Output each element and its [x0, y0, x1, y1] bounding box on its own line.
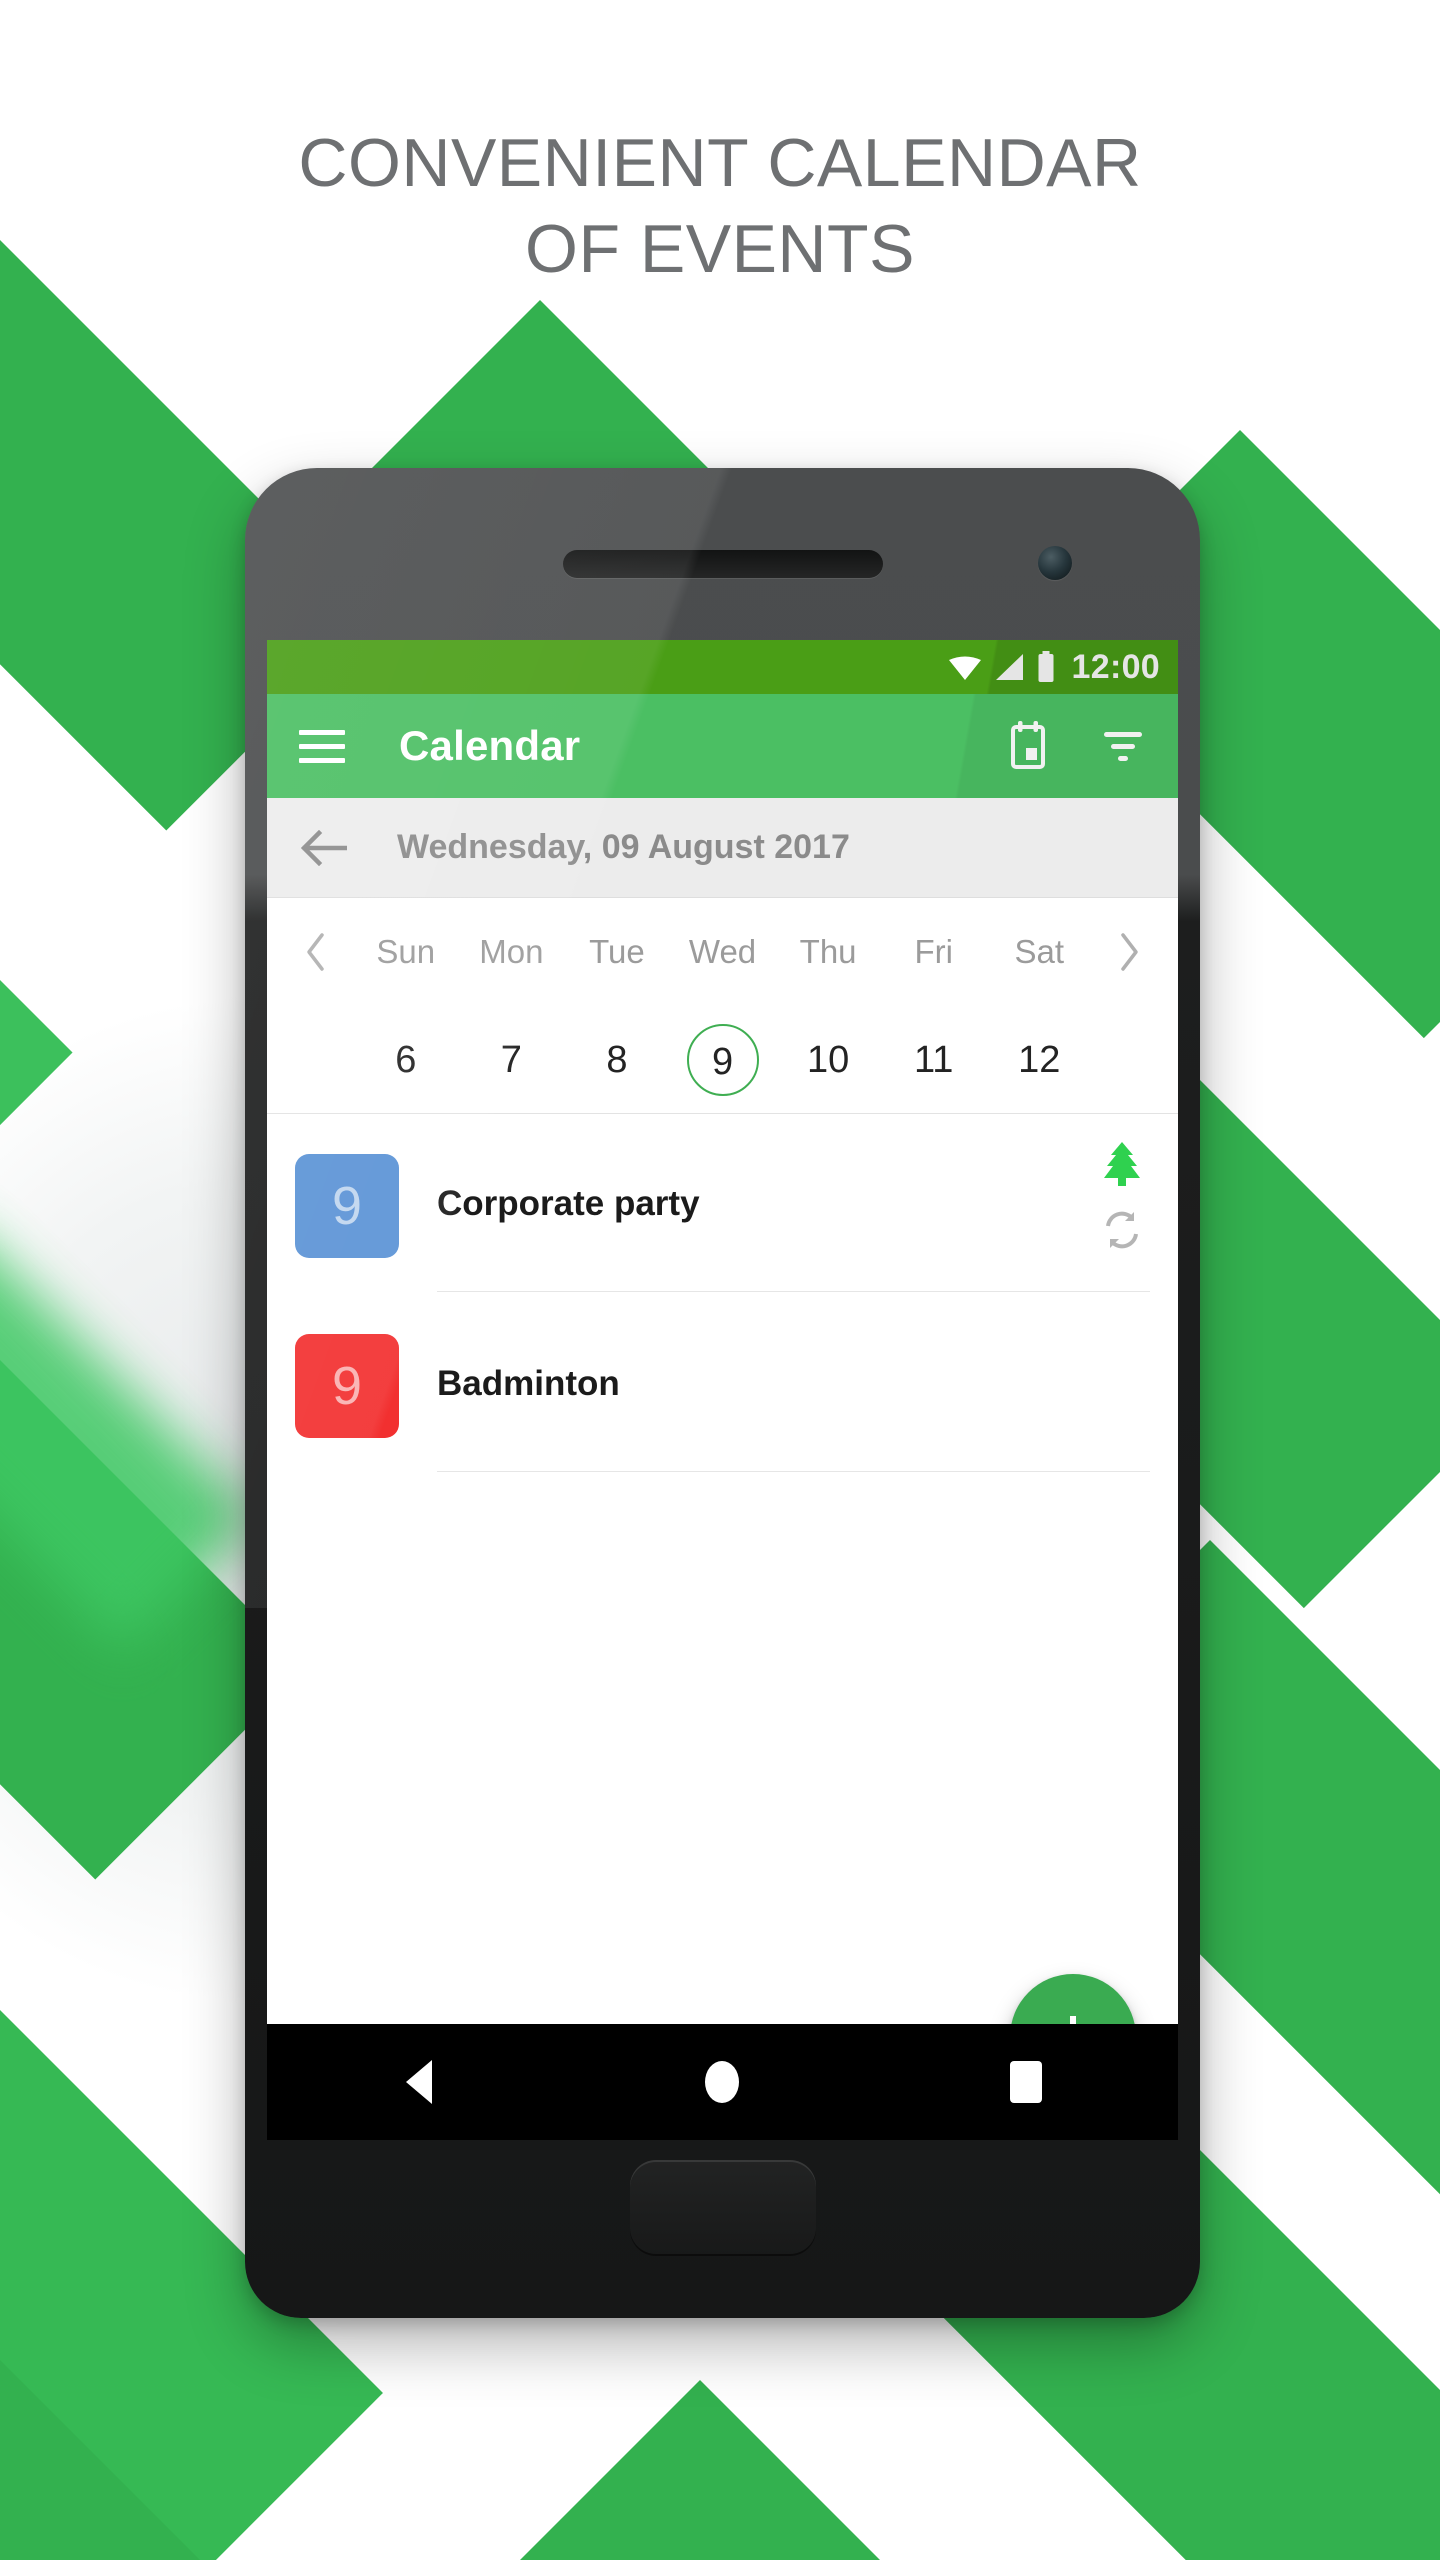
day-number: 6 — [395, 1038, 417, 1081]
nav-recents-icon — [1010, 2061, 1043, 2103]
filter-icon[interactable] — [1100, 726, 1146, 766]
event-date-number: 9 — [331, 1356, 363, 1416]
day-number-selected: 9 — [686, 1023, 759, 1096]
weekday-label: Mon — [479, 933, 544, 970]
wifi-icon — [948, 656, 981, 680]
nav-back-button[interactable] — [344, 2024, 494, 2140]
day-cell[interactable]: 10 — [775, 1024, 881, 1096]
chevron-left-icon — [307, 933, 324, 971]
front-camera-icon — [1038, 546, 1072, 580]
battery-icon — [1038, 651, 1054, 682]
weekday-label: Wed — [688, 933, 757, 970]
bg-band — [487, 2380, 955, 2560]
selected-date-label: Wednesday, 09 August 2017 — [397, 828, 850, 866]
headline-line-2: OF EVENTS — [525, 211, 915, 288]
status-bar: 12:00 — [267, 640, 1178, 694]
prev-week-button[interactable] — [279, 932, 353, 972]
day-cell[interactable]: 6 — [353, 1024, 459, 1096]
day-cell[interactable]: 7 — [459, 1024, 565, 1096]
event-body: Corporate party — [437, 1140, 1150, 1292]
weekday-cells: Sun Mon Tue Wed Thu Fri Sat — [353, 933, 1092, 971]
day-number: 10 — [806, 1038, 850, 1081]
day-number: 11 — [913, 1038, 954, 1081]
event-title: Badminton — [437, 1364, 620, 1403]
event-badges — [1100, 1140, 1144, 1252]
day-number: 12 — [1018, 1038, 1061, 1081]
weekday-label: Tue — [589, 933, 645, 970]
next-week-button[interactable] — [1092, 932, 1166, 972]
day-cell[interactable]: 11 — [881, 1024, 987, 1096]
promo-screenshot: CONVENIENT CALENDAR OF EVENTS 12:00 Cale… — [0, 0, 1440, 2560]
hamburger-menu-icon[interactable] — [299, 719, 353, 773]
repeat-icon — [1106, 1211, 1138, 1249]
day-cell-selected[interactable]: 9 — [670, 1023, 776, 1096]
day-number: 8 — [606, 1038, 628, 1081]
status-clock: 12:00 — [1071, 647, 1160, 686]
event-date-tile: 9 — [295, 1154, 399, 1258]
day-cell[interactable]: 8 — [564, 1024, 670, 1096]
headline-line-1: CONVENIENT CALENDAR — [298, 125, 1142, 201]
page-title: CONVENIENT CALENDAR OF EVENTS — [0, 128, 1440, 284]
app-bar: Calendar — [267, 694, 1178, 798]
back-arrow-icon[interactable] — [301, 829, 347, 866]
calendar-date-icon[interactable] — [1006, 721, 1050, 771]
day-cell[interactable]: 12 — [986, 1024, 1092, 1096]
event-date-tile: 9 — [295, 1334, 399, 1438]
nav-home-button[interactable] — [647, 2024, 797, 2140]
event-date-number: 9 — [331, 1176, 363, 1236]
nav-back-icon — [405, 2060, 432, 2104]
physical-home-key[interactable] — [629, 2160, 816, 2256]
day-number-cells: 6 7 8 9 10 11 12 — [353, 1023, 1092, 1096]
weekday-label: Fri — [914, 933, 953, 970]
app-title: Calendar — [399, 722, 581, 769]
earpiece-speaker — [562, 550, 883, 578]
weekday-label: Thu — [799, 933, 857, 970]
signal-icon — [995, 654, 1023, 680]
event-row[interactable]: 9 Corporate party — [267, 1114, 1178, 1294]
event-title: Corporate party — [437, 1184, 700, 1223]
phone-screen: 12:00 Calendar Wednesday, 09 August 2017… — [267, 640, 1178, 2140]
event-list: 9 Corporate party 9 Badminton — [267, 1114, 1178, 1474]
chevron-right-icon — [1121, 933, 1138, 971]
phone-mockup: 12:00 Calendar Wednesday, 09 August 2017… — [245, 468, 1200, 2318]
app-bar-actions — [1006, 721, 1146, 771]
nav-home-icon — [705, 2061, 740, 2103]
nav-recents-button[interactable] — [951, 2024, 1101, 2140]
tree-icon — [1104, 1142, 1140, 1186]
event-body: Badminton — [437, 1320, 1150, 1472]
weekday-label: Sun — [376, 933, 436, 970]
android-navigation-bar — [267, 2024, 1178, 2140]
date-header: Wednesday, 09 August 2017 — [267, 798, 1178, 898]
day-number: 7 — [500, 1038, 522, 1081]
event-row[interactable]: 9 Badminton — [267, 1294, 1178, 1474]
day-number-row: 6 7 8 9 10 11 12 — [267, 1006, 1178, 1114]
weekday-label: Sat — [1014, 933, 1065, 970]
weekday-row: Sun Mon Tue Wed Thu Fri Sat — [267, 898, 1178, 1006]
